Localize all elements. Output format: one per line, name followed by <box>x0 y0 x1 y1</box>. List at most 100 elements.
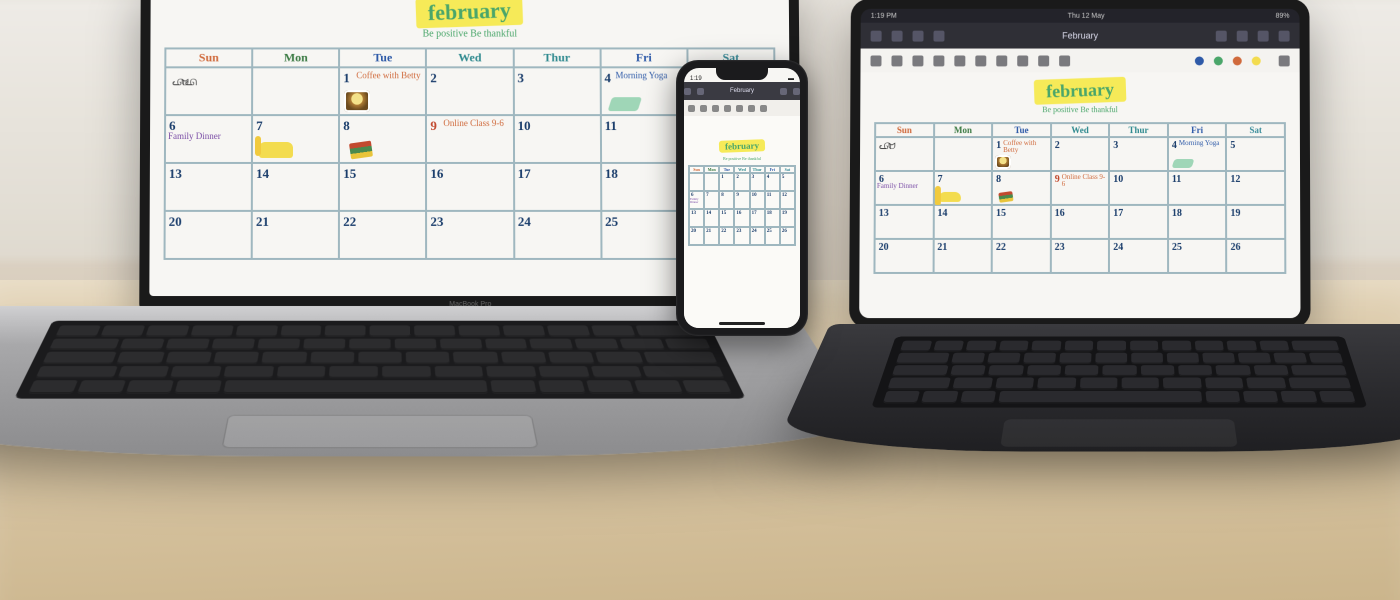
calendar-cell[interactable]: 2 <box>734 173 749 191</box>
calendar-cell[interactable]: 14 <box>704 209 719 227</box>
calendar-cell[interactable]: 13 <box>875 205 934 239</box>
calendar-cell[interactable]: 9 Online Class 9-6 <box>426 115 513 163</box>
more-icon[interactable] <box>1279 30 1290 41</box>
grid-icon[interactable] <box>892 30 903 41</box>
calendar-cell[interactable]: 6 Family Dinner <box>689 191 704 209</box>
calendar-cell[interactable]: 1 Coffee with Betty <box>992 137 1051 171</box>
bookmark-icon[interactable] <box>913 30 924 41</box>
calendar-cell[interactable]: 24 <box>1109 239 1168 273</box>
more-icon[interactable] <box>793 88 800 95</box>
color-swatch[interactable] <box>1176 56 1185 65</box>
calendar-cell[interactable]: 25 <box>1168 239 1227 273</box>
pencil-icon[interactable] <box>700 105 707 112</box>
calendar-cell[interactable]: 11 <box>765 191 780 209</box>
calendar-cell[interactable]: 18 <box>1168 205 1227 239</box>
calendar-cell[interactable]: 5 <box>780 173 795 191</box>
calendar-cell[interactable]: 20 <box>165 211 252 259</box>
calendar-cell[interactable]: 25 <box>765 227 780 245</box>
ipad-canvas[interactable]: february Be positive Be thankful Sun Mon… <box>859 72 1300 318</box>
calendar-cell[interactable]: 2 <box>426 67 513 115</box>
color-swatch[interactable] <box>1233 56 1242 65</box>
back-icon[interactable] <box>684 88 691 95</box>
document-title[interactable]: February <box>710 88 774 94</box>
lasso-icon[interactable] <box>954 55 965 66</box>
color-swatch[interactable] <box>1252 56 1261 65</box>
image-icon[interactable] <box>760 105 767 112</box>
thickness-icon[interactable] <box>1279 55 1290 66</box>
ipad-keyboard[interactable] <box>871 337 1367 408</box>
macbook-trackpad[interactable] <box>221 415 538 448</box>
undo-icon[interactable] <box>1216 30 1227 41</box>
calendar-cell[interactable]: 18 <box>765 209 780 227</box>
calendar-cell[interactable]: 8 <box>992 171 1051 205</box>
calendar-cell[interactable]: 26 <box>1227 239 1286 273</box>
calendar-cell[interactable]: 4 Morning Yoga <box>600 67 687 115</box>
eraser-icon[interactable] <box>933 55 944 66</box>
calendar-cell[interactable]: 8 <box>339 115 426 163</box>
pen-icon[interactable] <box>870 55 881 66</box>
calendar-cell[interactable]: 13 <box>165 163 252 211</box>
calendar-cell[interactable]: 11 <box>601 115 688 163</box>
calendar-cell[interactable]: 20 <box>874 239 933 273</box>
calendar-cell[interactable]: 4 <box>765 173 780 191</box>
calendar-cell[interactable]: 2 <box>1051 137 1110 171</box>
calendar-cell[interactable]: 15 <box>992 205 1051 239</box>
calendar-cell[interactable]: 23 <box>1051 239 1110 273</box>
calendar-cell[interactable]: 20 <box>689 227 704 245</box>
calendar-cell[interactable]: 12 <box>1226 171 1285 205</box>
calendar-cell[interactable] <box>704 173 719 191</box>
calendar-cell[interactable]: 6 Family Dinner <box>875 171 934 205</box>
calendar-cell[interactable]: 13 <box>689 209 704 227</box>
calendar-cell[interactable]: 10 <box>750 191 765 209</box>
back-icon[interactable] <box>871 30 882 41</box>
highlighter-icon[interactable] <box>912 55 923 66</box>
comment-icon[interactable] <box>975 55 986 66</box>
calendar-cell[interactable]: 19 <box>780 209 795 227</box>
calendar-cell[interactable]: 7 <box>252 115 339 163</box>
calendar-cell[interactable]: 21 <box>933 239 992 273</box>
calendar-cell[interactable]: ᓚᘏᗢ ᓚᘏ <box>165 67 252 115</box>
calendar-cell[interactable]: 11 <box>1168 171 1227 205</box>
calendar-cell[interactable]: 17 <box>514 163 601 211</box>
calendar-cell[interactable]: 6 Family Dinner <box>165 115 252 163</box>
calendar-cell[interactable] <box>689 173 704 191</box>
highlighter-icon[interactable] <box>712 105 719 112</box>
color-swatch[interactable] <box>1214 56 1223 65</box>
calendar-cell[interactable] <box>252 67 339 115</box>
calendar-cell[interactable]: 15 <box>719 209 734 227</box>
calendar-cell[interactable]: 10 <box>513 115 600 163</box>
calendar-cell[interactable]: 14 <box>933 205 992 239</box>
image-icon[interactable] <box>1017 55 1028 66</box>
share-icon[interactable] <box>933 30 944 41</box>
grid-icon[interactable] <box>697 88 704 95</box>
calendar-cell[interactable]: 9 <box>734 191 749 209</box>
calendar-cell[interactable]: 16 <box>734 209 749 227</box>
redo-icon[interactable] <box>1237 30 1248 41</box>
calendar-cell[interactable] <box>934 137 993 171</box>
calendar-cell[interactable]: 5 <box>1226 137 1285 171</box>
ipad-trackpad[interactable] <box>1000 419 1237 447</box>
calendar-cell[interactable]: 17 <box>750 209 765 227</box>
calendar-cell[interactable]: 22 <box>339 211 426 259</box>
link-icon[interactable] <box>1038 55 1049 66</box>
calendar-cell[interactable]: 17 <box>1109 205 1168 239</box>
calendar-cell[interactable]: 23 <box>426 211 513 259</box>
calendar-cell[interactable]: 7 <box>933 171 992 205</box>
calendar-cell[interactable]: 22 <box>719 227 734 245</box>
shapes-icon[interactable] <box>1059 55 1070 66</box>
text-icon[interactable] <box>996 55 1007 66</box>
macbook-keyboard[interactable] <box>14 321 745 399</box>
calendar-cell[interactable]: 3 <box>750 173 765 191</box>
calendar-cell[interactable]: 1 Coffee with Betty <box>339 67 426 115</box>
lasso-icon[interactable] <box>736 105 743 112</box>
calendar-cell[interactable]: 16 <box>426 163 513 211</box>
eraser-icon[interactable] <box>724 105 731 112</box>
calendar-cell[interactable]: 8 <box>719 191 734 209</box>
calendar-cell[interactable]: 3 <box>1109 137 1168 171</box>
calendar-cell[interactable]: 12 <box>780 191 795 209</box>
calendar-cell[interactable]: 4 Morning Yoga <box>1168 137 1227 171</box>
calendar-cell[interactable]: 15 <box>339 163 426 211</box>
color-swatch[interactable] <box>1195 56 1204 65</box>
calendar-cell[interactable]: 21 <box>252 211 339 259</box>
calendar-cell[interactable]: 9 Online Class 9-6 <box>1051 171 1110 205</box>
